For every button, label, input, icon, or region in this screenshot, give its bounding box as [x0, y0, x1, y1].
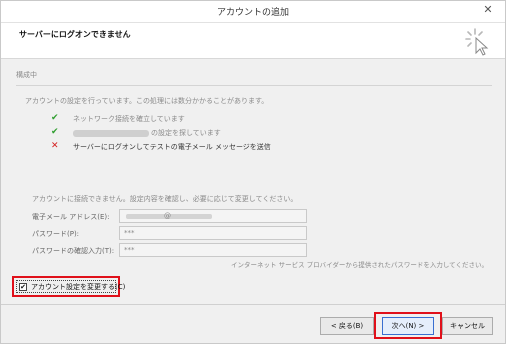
back-button[interactable]: < 戻る(B) [320, 317, 374, 335]
email-at-sign: @ [164, 212, 171, 220]
next-button[interactable]: 次へ(N) > [382, 317, 434, 335]
password-confirm-field: *** [119, 243, 307, 257]
email-label: 電子メール アドレス(E): [32, 213, 110, 221]
password-label: パスワード(P): [32, 230, 80, 238]
email-field: @ [119, 209, 307, 223]
page-title: サーバーにログオンできません [19, 30, 131, 39]
add-account-dialog: アカウントの追加 ✕ サーバーにログオンできません 構成中 アカウントの設定を行… [0, 0, 506, 344]
progress-intro: アカウントの設定を行っています。この処理には数分かかることがあります。 [25, 97, 269, 105]
checkmark-icon: ✔ [51, 127, 59, 137]
task-text: ネットワーク接続を確立しています [73, 115, 185, 123]
connection-error-message: アカウントに接続できません。設定内容を確認し、必要に応じて変更してください。 [32, 195, 298, 203]
redacted-email [73, 129, 149, 137]
wizard-header: サーバーにログオンできません [1, 23, 505, 59]
title-bar: アカウントの追加 ✕ [1, 1, 505, 23]
change-settings-checkbox[interactable]: ✔ アカウント設定を変更する(C) [16, 280, 125, 293]
password-field: *** [119, 226, 307, 240]
password-hint: インターネット サービス プロバイダーから提供されたパスワードを入力してください… [231, 261, 488, 269]
task-text: サーバーにログオンしてテストの電子メール メッセージを送信 [73, 143, 271, 151]
error-x-icon: ✕ [51, 141, 59, 151]
change-settings-label[interactable]: アカウント設定を変更する(C) [31, 282, 125, 292]
close-button[interactable]: ✕ [477, 2, 499, 18]
wizard-cursor-icon [465, 28, 489, 56]
footer-divider [1, 304, 505, 305]
cancel-button[interactable]: キャンセル [442, 317, 493, 335]
section-divider [16, 85, 492, 86]
password-confirm-label: パスワードの確認入力(T): [32, 247, 115, 255]
task-text: の設定を探しています [151, 129, 221, 137]
checkbox-checked-icon[interactable]: ✔ [19, 283, 27, 291]
wizard-content: 構成中 アカウントの設定を行っています。この処理には数分かかることがあります。 … [1, 60, 505, 304]
change-settings-highlight: ✔ アカウント設定を変更する(C) [12, 276, 125, 297]
checkmark-icon: ✔ [51, 113, 59, 123]
section-label: 構成中 [16, 71, 37, 79]
window-title: アカウントの追加 [216, 8, 289, 18]
